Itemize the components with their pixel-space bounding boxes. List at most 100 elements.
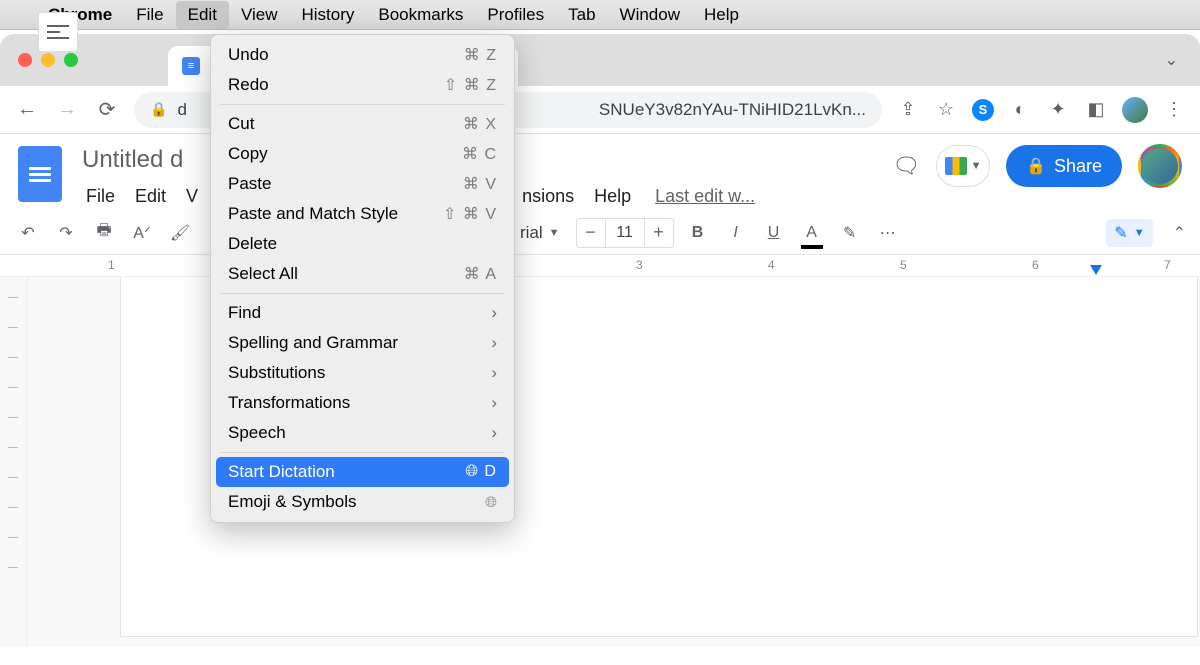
account-avatar[interactable] (1138, 144, 1182, 188)
bookmark-star-icon[interactable]: ☆ (934, 98, 958, 122)
docs-menu-extensions-partial[interactable]: nsions (514, 182, 582, 211)
edit-menu-dropdown: Undo⌘ Z Redo⇧ ⌘ Z Cut⌘ X Copy⌘ C Paste⌘ … (210, 34, 515, 523)
menu-delete[interactable]: Delete (216, 229, 509, 259)
menu-label: Redo (228, 75, 269, 95)
ruler-mark: 7 (1164, 258, 1171, 272)
docs-header: Untitled d File Edit V nsions Help Last … (0, 134, 1200, 211)
right-indent-marker[interactable] (1090, 265, 1102, 275)
close-window-button[interactable] (18, 53, 32, 67)
chevron-down-icon: ▼ (971, 160, 982, 172)
menu-spelling[interactable]: Spelling and Grammar› (216, 328, 509, 358)
extensions-puzzle-icon[interactable]: ✦ (1046, 98, 1070, 122)
menu-redo[interactable]: Redo⇧ ⌘ Z (216, 70, 509, 100)
menu-start-dictation[interactable]: Start Dictation🌐︎ D (216, 457, 509, 487)
document-area (0, 277, 1200, 647)
chrome-menu-button[interactable]: ⋮ (1162, 98, 1186, 122)
menu-undo[interactable]: Undo⌘ Z (216, 40, 509, 70)
chevron-right-icon: › (491, 423, 497, 443)
collapse-toolbar-button[interactable]: ⌃ (1173, 223, 1186, 243)
font-name: rial (520, 223, 543, 243)
font-selector[interactable]: rial ▼ (514, 223, 566, 243)
docs-menu-view-partial[interactable]: V (178, 182, 206, 211)
text-color-button[interactable]: A (798, 219, 826, 247)
menu-label: Delete (228, 234, 277, 254)
menu-separator (220, 104, 505, 105)
redo-button[interactable]: ↷ (52, 219, 80, 247)
menu-label: Substitutions (228, 363, 325, 383)
chrome-window: ≡ Unti ⌄ ← → ⟳ 🔒 d SNUeY3v82nYAu-TNiHID2… (0, 34, 1200, 647)
globe-icon: 🌐︎ (485, 494, 497, 511)
shortcut-label: ⌘ A (464, 264, 497, 284)
meet-button[interactable]: ▼ (936, 145, 990, 187)
chevron-right-icon: › (491, 303, 497, 323)
menu-speech[interactable]: Speech› (216, 418, 509, 448)
menu-select-all[interactable]: Select All⌘ A (216, 259, 509, 289)
menubar-tab[interactable]: Tab (556, 1, 607, 29)
ruler-mark: 6 (1032, 258, 1039, 272)
bold-button[interactable]: B (684, 219, 712, 247)
last-edit-link[interactable]: Last edit w... (647, 182, 763, 211)
more-tools-button[interactable]: ⋯ (874, 219, 902, 247)
menu-label: Transformations (228, 393, 350, 413)
maximize-window-button[interactable] (64, 53, 78, 67)
menubar-file[interactable]: File (124, 1, 175, 29)
menu-transformations[interactable]: Transformations › (216, 388, 509, 418)
lock-icon: 🔒 (1026, 156, 1046, 176)
shazam-extension-icon[interactable]: S (972, 99, 994, 121)
profile-avatar-icon[interactable] (1122, 97, 1148, 123)
tab-strip: ≡ Unti ⌄ (0, 34, 1200, 86)
share-label: Share (1054, 156, 1102, 177)
menu-substitutions[interactable]: Substitutions› (216, 358, 509, 388)
docs-logo-icon[interactable] (18, 146, 62, 202)
menu-emoji[interactable]: Emoji & Symbols🌐︎ (216, 487, 509, 517)
vertical-ruler[interactable] (0, 277, 28, 647)
docs-menu-file[interactable]: File (78, 182, 123, 211)
menubar-edit[interactable]: Edit (176, 1, 229, 29)
chevron-right-icon: › (491, 393, 497, 413)
side-panel-icon[interactable]: ◧ (1084, 98, 1108, 122)
paint-format-button[interactable]: 🖌 (166, 219, 194, 247)
menubar-help[interactable]: Help (692, 1, 751, 29)
shortcut-label: ⇧ ⌘ V (443, 204, 497, 224)
shortcut-label: ⌘ Z (464, 45, 497, 65)
print-button[interactable]: 🖶 (90, 219, 118, 247)
menu-cut[interactable]: Cut⌘ X (216, 109, 509, 139)
docs-menu-help[interactable]: Help (586, 182, 639, 211)
undo-button[interactable]: ↶ (14, 219, 42, 247)
url-text-suffix: SNUeY3v82nYAu-TNiHID21LvKn... (599, 100, 866, 120)
increase-font-button[interactable]: + (645, 222, 673, 243)
horizontal-ruler[interactable]: 1 3 4 5 6 7 (0, 255, 1200, 277)
minimize-window-button[interactable] (41, 53, 55, 67)
ruler-mark: 1 (108, 258, 115, 272)
share-icon[interactable]: ⇪ (896, 98, 920, 122)
italic-button[interactable]: I (722, 219, 750, 247)
share-button[interactable]: 🔒 Share (1006, 145, 1122, 187)
menubar-view[interactable]: View (229, 1, 290, 29)
menu-paste[interactable]: Paste⌘ V (216, 169, 509, 199)
editing-mode-button[interactable]: ✎▼ (1106, 219, 1152, 247)
shortcut-label: ⌘ C (462, 144, 497, 164)
reload-button[interactable]: ⟳ (94, 97, 120, 122)
forward-button[interactable]: → (54, 98, 80, 121)
comments-icon[interactable]: 🗨 (892, 153, 920, 179)
font-size-input[interactable]: 11 (605, 219, 645, 247)
menubar-history[interactable]: History (289, 1, 366, 29)
back-button[interactable]: ← (14, 98, 40, 121)
chevron-down-icon: ▼ (549, 227, 560, 239)
docs-menu-edit[interactable]: Edit (127, 182, 174, 211)
menu-find[interactable]: Find› (216, 298, 509, 328)
pencil-icon: ✎ (1114, 223, 1127, 243)
menu-paste-match[interactable]: Paste and Match Style⇧ ⌘ V (216, 199, 509, 229)
highlight-button[interactable]: ✎ (836, 219, 864, 247)
tab-search-button[interactable]: ⌄ (1165, 50, 1178, 70)
privacy-extension-icon[interactable]: ◐ (1008, 98, 1032, 122)
underline-button[interactable]: U (760, 219, 788, 247)
menubar-window[interactable]: Window (608, 1, 692, 29)
menubar-profiles[interactable]: Profiles (475, 1, 556, 29)
show-outline-button[interactable] (38, 12, 78, 52)
decrease-font-button[interactable]: − (577, 222, 605, 243)
menubar-bookmarks[interactable]: Bookmarks (366, 1, 475, 29)
menu-copy[interactable]: Copy⌘ C (216, 139, 509, 169)
docs-favicon-icon: ≡ (182, 57, 200, 75)
spellcheck-button[interactable]: Aᐟ (128, 219, 156, 247)
